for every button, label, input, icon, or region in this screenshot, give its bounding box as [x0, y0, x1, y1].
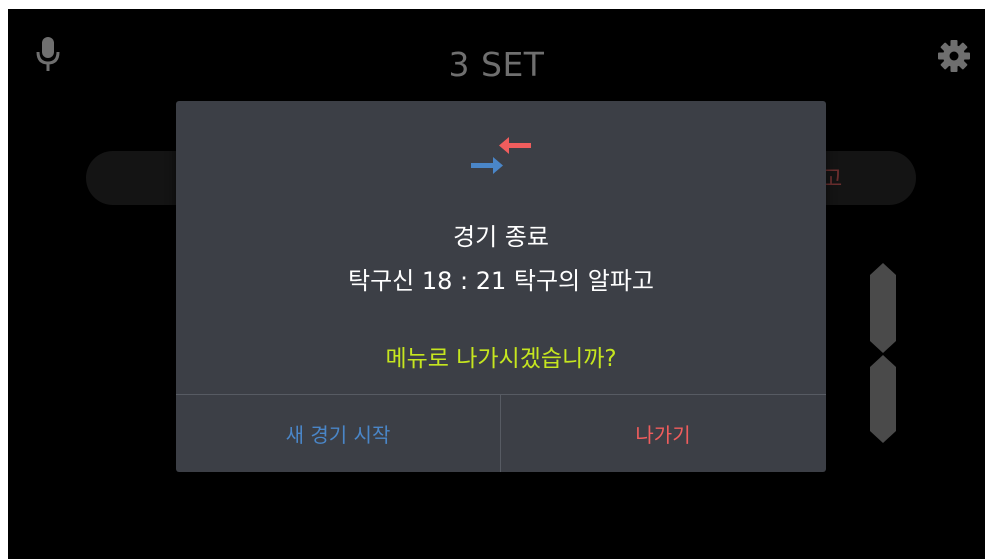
set-title: 3 SET — [448, 45, 545, 84]
exit-button[interactable]: 나가기 — [501, 395, 825, 472]
score-digit — [870, 263, 896, 443]
exit-prompt: 메뉴로 나가시겠습니까? — [385, 346, 617, 372]
gear-icon[interactable] — [937, 39, 971, 73]
dialog-title: 경기 종료 — [453, 223, 549, 251]
game-over-dialog: 경기 종료 탁구신 18 : 21 탁구의 알파고 메뉴로 나가시겠습니까? 새… — [176, 101, 826, 472]
final-score: 탁구신 18 : 21 탁구의 알파고 — [347, 267, 655, 295]
app-screen: 3 SET 고 경기 종료 탁구신 18: 21 탁구의 알파고 메뉴로 나가… — [8, 9, 985, 559]
new-game-button[interactable]: 새 경기 시작 — [176, 395, 500, 472]
swap-arrows-icon — [471, 137, 531, 174]
top-bar: 3 SET — [8, 9, 985, 99]
